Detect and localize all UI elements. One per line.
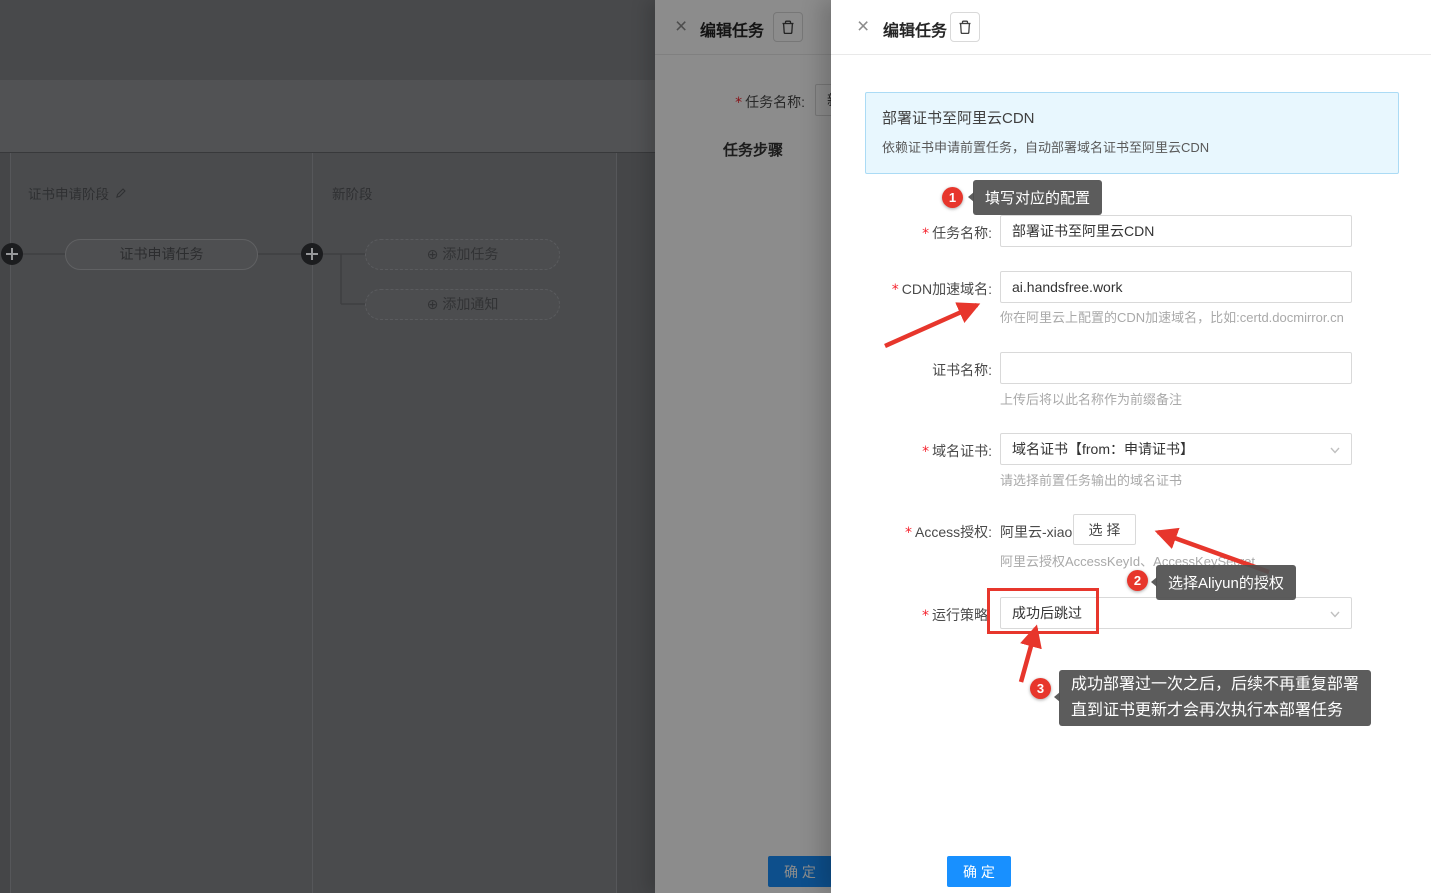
task-node-cert-request: 证书申请任务 xyxy=(65,239,258,270)
chevron-down-icon xyxy=(1329,608,1341,620)
alert-title: 部署证书至阿里云CDN xyxy=(882,107,1382,128)
run-strategy-label: *运行策略 xyxy=(831,605,988,625)
add-notification-button: ⊕添加通知 xyxy=(365,289,560,320)
add-task-button: ⊕添加任务 xyxy=(365,239,560,270)
tooltip-3-line-1: 成功部署过一次之后，后续不再重复部署 xyxy=(1071,672,1359,698)
domain-cert-helper: 请选择前置任务输出的域名证书 xyxy=(1000,470,1182,489)
edit-task-drawer: × 编辑任务 部署证书至阿里云CDN 依赖证书申请前置任务，自动部署域名证书至阿… xyxy=(831,0,1431,893)
access-auth-label: *Access授权: xyxy=(831,522,992,542)
task-name-input[interactable] xyxy=(1000,215,1352,247)
confirm-button[interactable]: 确 定 xyxy=(947,856,1011,887)
close-icon[interactable]: × xyxy=(857,13,869,41)
annotation-badge-2: 2 xyxy=(1127,570,1148,591)
access-auth-select-button[interactable]: 选 择 xyxy=(1073,514,1136,545)
annotation-tooltip-2: 选择Aliyun的授权 xyxy=(1156,565,1296,600)
drawer-header: × 编辑任务 xyxy=(831,0,1431,55)
add-stage-after-icon xyxy=(301,243,323,265)
stage-title-1: 证书申请阶段 xyxy=(28,183,127,203)
cdn-domain-label: *CDN加速域名: xyxy=(831,279,992,299)
task-name-label: *任务名称: xyxy=(831,223,992,243)
run-strategy-select[interactable]: 成功后跳过 xyxy=(1000,597,1352,629)
cert-name-helper: 上传后将以此名称作为前缀备注 xyxy=(1000,389,1182,408)
run-strategy-select-value: 成功后跳过 xyxy=(1012,603,1082,623)
chevron-down-icon xyxy=(1329,444,1341,456)
cert-name-label: 证书名称: xyxy=(831,360,992,380)
add-stage-before-icon xyxy=(1,243,23,265)
annotation-badge-1: 1 xyxy=(942,187,963,208)
alert-description: 依赖证书申请前置任务，自动部署域名证书至阿里云CDN xyxy=(882,137,1382,156)
annotation-tooltip-3: 成功部署过一次之后，后续不再重复部署 直到证书更新才会再次执行本部署任务 xyxy=(1059,670,1371,726)
stage-title-2: 新阶段 xyxy=(332,183,373,203)
domain-cert-select[interactable]: 域名证书【from：申请证书】 xyxy=(1000,433,1352,465)
tooltip-3-line-2: 直到证书更新才会再次执行本部署任务 xyxy=(1071,698,1359,724)
cdn-domain-helper: 你在阿里云上配置的CDN加速域名，比如:certd.docmirror.cn xyxy=(1000,307,1344,326)
circle-plus-icon: ⊕ xyxy=(427,246,439,262)
domain-cert-select-value: 域名证书【from：申请证书】 xyxy=(1012,439,1194,459)
access-auth-value: 阿里云-xiao xyxy=(1000,522,1072,542)
delete-task-button[interactable] xyxy=(950,12,980,42)
plugin-info-alert: 部署证书至阿里云CDN 依赖证书申请前置任务，自动部署域名证书至阿里云CDN xyxy=(865,92,1399,174)
cdn-domain-input[interactable] xyxy=(1000,271,1352,303)
circle-plus-icon: ⊕ xyxy=(427,296,439,312)
domain-cert-label: *域名证书: xyxy=(831,441,992,461)
screen: 证书申请阶段 新阶段 证书申请任务 ⊕添加任务 ⊕添加通知 × 编辑任务 xyxy=(0,0,1431,893)
annotation-tooltip-1: 填写对应的配置 xyxy=(973,180,1102,215)
trash-icon xyxy=(957,19,973,35)
edit-pencil-icon xyxy=(115,187,127,199)
cert-name-input[interactable] xyxy=(1000,352,1352,384)
drawer-title: 编辑任务 xyxy=(883,17,947,41)
annotation-badge-3: 3 xyxy=(1030,678,1051,699)
